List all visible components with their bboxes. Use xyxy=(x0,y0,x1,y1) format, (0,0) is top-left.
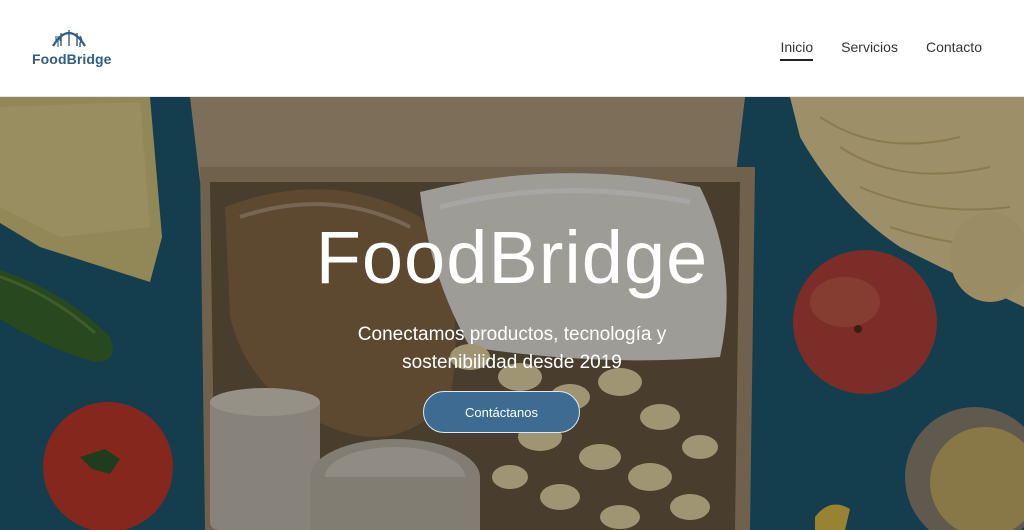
hero-subtitle: Conectamos productos, tecnología y soste… xyxy=(357,324,667,373)
nav-item-inicio[interactable]: Inicio xyxy=(780,39,814,61)
logo-text-food: Food xyxy=(32,51,67,67)
main-nav: Inicio Servicios Contacto xyxy=(780,39,982,61)
site-header: FoodBridge Inicio Servicios Contacto xyxy=(0,0,1024,97)
hero-overlay xyxy=(0,97,1024,530)
logo[interactable]: FoodBridge xyxy=(30,24,114,72)
logo-text: FoodBridge xyxy=(32,51,112,67)
nav-item-servicios[interactable]: Servicios xyxy=(841,39,898,61)
logo-bridge-icon xyxy=(52,30,86,47)
contact-cta-button[interactable]: Contáctanos xyxy=(423,391,580,433)
nav-item-contacto[interactable]: Contacto xyxy=(926,39,982,61)
hero-section: FoodBridge Conectamos productos, tecnolo… xyxy=(0,97,1024,530)
logo-text-bridge: Bridge xyxy=(66,51,112,67)
hero-title: FoodBridge xyxy=(315,216,709,299)
